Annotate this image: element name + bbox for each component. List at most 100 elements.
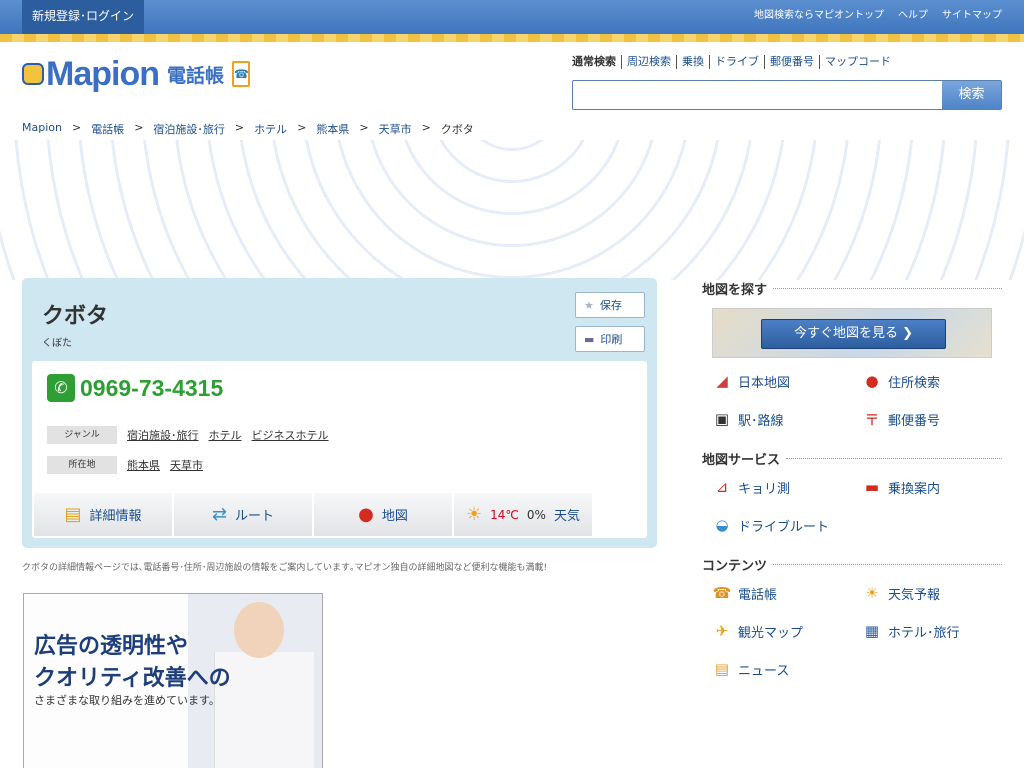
breadcrumb-phonebook[interactable]: 電話帳 [91, 121, 124, 137]
route-tile[interactable]: ⇄ ルート [174, 493, 312, 536]
ad-banner[interactable]: 広告の透明性や クオリティ改善への さまざまな取り組みを進めています。 [23, 593, 323, 768]
location-link[interactable]: 熊本県 [127, 457, 160, 473]
transfer-label: 乗換案内 [888, 481, 941, 497]
breadcrumb-lodging[interactable]: 宿泊施設･旅行 [153, 121, 225, 137]
address-search-label: 住所検索 [888, 375, 941, 391]
map-service-title: 地図サービス [702, 452, 781, 468]
site-logo[interactable]: Mapion 電話帳 ☎ [22, 54, 250, 94]
search-input[interactable]: 検索 [572, 80, 1002, 110]
drive-route-label: ドライブルート [738, 519, 830, 535]
save-button[interactable]: ★ 保存 [575, 292, 645, 318]
weather-link[interactable]: ☀ 天気予報 [862, 574, 1012, 612]
news-link[interactable]: ▤ ニュース [712, 650, 862, 688]
breadcrumb-mapion[interactable]: Mapion [22, 121, 62, 137]
breadcrumb-city[interactable]: 天草市 [379, 121, 412, 137]
breadcrumb-separator: > [134, 121, 144, 134]
tel-block: ✆ 0969-73-4315 [47, 374, 223, 402]
logo-text: Mapion [46, 55, 160, 93]
map-tile[interactable]: ● 地図 [314, 493, 452, 536]
weather-tile[interactable]: ☀ 14℃ 0% 天気 [454, 493, 592, 536]
map-pin-icon: ● [865, 372, 879, 390]
heading-rule [773, 287, 1002, 289]
tab-drive[interactable]: ドライブ [709, 55, 764, 69]
find-map-heading: 地図を探す [702, 278, 1002, 298]
breadcrumb-separator: > [297, 121, 307, 134]
map-label: 地図 [381, 509, 408, 524]
rain-chance: 0% [526, 507, 546, 522]
page-description: クボタの詳細情報ページでは､電話番号･住所･周辺施設の情報をご案内しています｡マ… [22, 563, 548, 573]
sitemap-link[interactable]: サイトマップ [942, 0, 1002, 32]
building-icon: ▦ [864, 622, 880, 640]
contents-links: ☎ 電話帳 ☀ 天気予報 ✈ 観光マップ ▦ ホテル･旅行 ▤ ニュース [712, 574, 1002, 688]
heading-rule [786, 457, 1002, 459]
tab-postal[interactable]: 郵便番号 [764, 55, 819, 69]
login-link[interactable]: 新規登録･ログイン [22, 0, 145, 34]
title-kana: くぼた [42, 338, 72, 349]
genre-link[interactable]: ビジネスホテル [252, 427, 329, 443]
train-icon: ▬ [864, 478, 880, 496]
phonebook-link[interactable]: ☎ 電話帳 [712, 574, 862, 612]
map-service-links: ⊿ キョリ測 ▬ 乗換案内 ◒ ドライブルート [712, 468, 1002, 544]
genre-label: ジャンル [47, 426, 117, 444]
ad-line-2: クオリティ改善への [34, 666, 231, 691]
detail-info-label: 詳細情報 [89, 509, 142, 524]
distance-link[interactable]: ⊿ キョリ測 [712, 468, 862, 506]
detail-info-tile[interactable]: ▤ 詳細情報 [34, 493, 172, 536]
phone-book-icon: ☎ [712, 584, 732, 602]
hotel-link[interactable]: ▦ ホテル･旅行 [862, 612, 1012, 650]
sidebar: 地図を探す 今すぐ地図を見る ❯ ◢ 日本地図 ● 住所検索 ▣ 駅･路線 〒郵便番号… [702, 278, 1002, 688]
japan-map-link[interactable]: ◢ 日本地図 [712, 362, 862, 400]
mapion-top-link[interactable]: 地図検索ならマピオントップ [754, 0, 884, 32]
action-tiles: ▤ 詳細情報 ⇄ ルート ● 地図 ☀ 14℃ 0% 天気 [34, 493, 592, 536]
train-icon: ▣ [714, 410, 730, 428]
weather-forecast-label: 天気予報 [888, 587, 941, 603]
heading-rule [773, 563, 1002, 565]
genre-link[interactable]: 宿泊施設･旅行 [127, 427, 199, 443]
view-map-button[interactable]: 今すぐ地図を見る ❯ [761, 319, 946, 349]
location-link[interactable]: 天草市 [170, 457, 203, 473]
tel-number[interactable]: 0969-73-4315 [80, 375, 223, 402]
postal-code-link[interactable]: 〒郵便番号 [862, 400, 1012, 438]
breadcrumb-hotel[interactable]: ホテル [254, 121, 287, 137]
breadcrumb-separator: > [71, 121, 82, 134]
genre-row: ジャンル 宿泊施設･旅行 ホテル ビジネスホテル [47, 426, 329, 444]
car-icon: ◒ [715, 516, 729, 534]
print-button[interactable]: ▬ 印刷 [575, 326, 645, 352]
drive-route-link[interactable]: ◒ ドライブルート [712, 506, 862, 544]
transfer-link[interactable]: ▬ 乗換案内 [862, 468, 1012, 506]
distance-label: キョリ測 [738, 481, 791, 497]
map-banner[interactable]: 今すぐ地図を見る ❯ [712, 308, 992, 358]
genre-link[interactable]: ホテル [209, 427, 242, 443]
help-link[interactable]: ヘルプ [898, 0, 928, 32]
search-button[interactable]: 検索 [942, 81, 1001, 109]
postal-code-label: 郵便番号 [888, 413, 941, 429]
search-tabs: 通常検索 周辺検索 乗換 ドライブ 郵便番号 マップコード [572, 55, 896, 69]
station-link[interactable]: ▣ 駅･路線 [712, 400, 862, 438]
sun-icon: ☀ [865, 584, 879, 602]
detail-panel: ✆ 0969-73-4315 ジャンル 宿泊施設･旅行 ホテル ビジネスホテル … [32, 361, 647, 538]
tab-mapcode[interactable]: マップコード [819, 55, 896, 69]
map-service-heading: 地図サービス [702, 448, 1002, 468]
ad-line-1: 広告の透明性や [34, 634, 189, 659]
top-bar: 新規登録･ログイン 地図検索ならマピオントップ ヘルプ サイトマップ [0, 0, 1024, 34]
route-label: ルート [235, 509, 275, 524]
wave-background [0, 140, 1024, 280]
contents-heading: コンテンツ [702, 554, 1002, 574]
header-stripe [0, 34, 1024, 42]
news-label: ニュース [738, 663, 790, 679]
print-label: 印刷 [600, 333, 623, 346]
address-search-link[interactable]: ● 住所検索 [862, 362, 1012, 400]
breadcrumb-prefecture[interactable]: 熊本県 [316, 121, 349, 137]
contents-title: コンテンツ [702, 558, 768, 574]
weather-label: 天気 [553, 509, 580, 524]
tab-nearby-search[interactable]: 周辺検索 [621, 55, 676, 69]
tab-transfer[interactable]: 乗換 [676, 55, 709, 69]
tab-normal-search[interactable]: 通常検索 [572, 55, 621, 69]
tourist-map-link[interactable]: ✈ 観光マップ [712, 612, 862, 650]
breadcrumb-separator: > [359, 121, 369, 134]
shoe-icon [22, 63, 44, 85]
temperature: 14℃ [490, 507, 519, 522]
printer-icon: ▬ [584, 332, 595, 346]
find-map-title: 地図を探す [702, 282, 768, 298]
signpost-icon: ⇄ [211, 504, 228, 525]
